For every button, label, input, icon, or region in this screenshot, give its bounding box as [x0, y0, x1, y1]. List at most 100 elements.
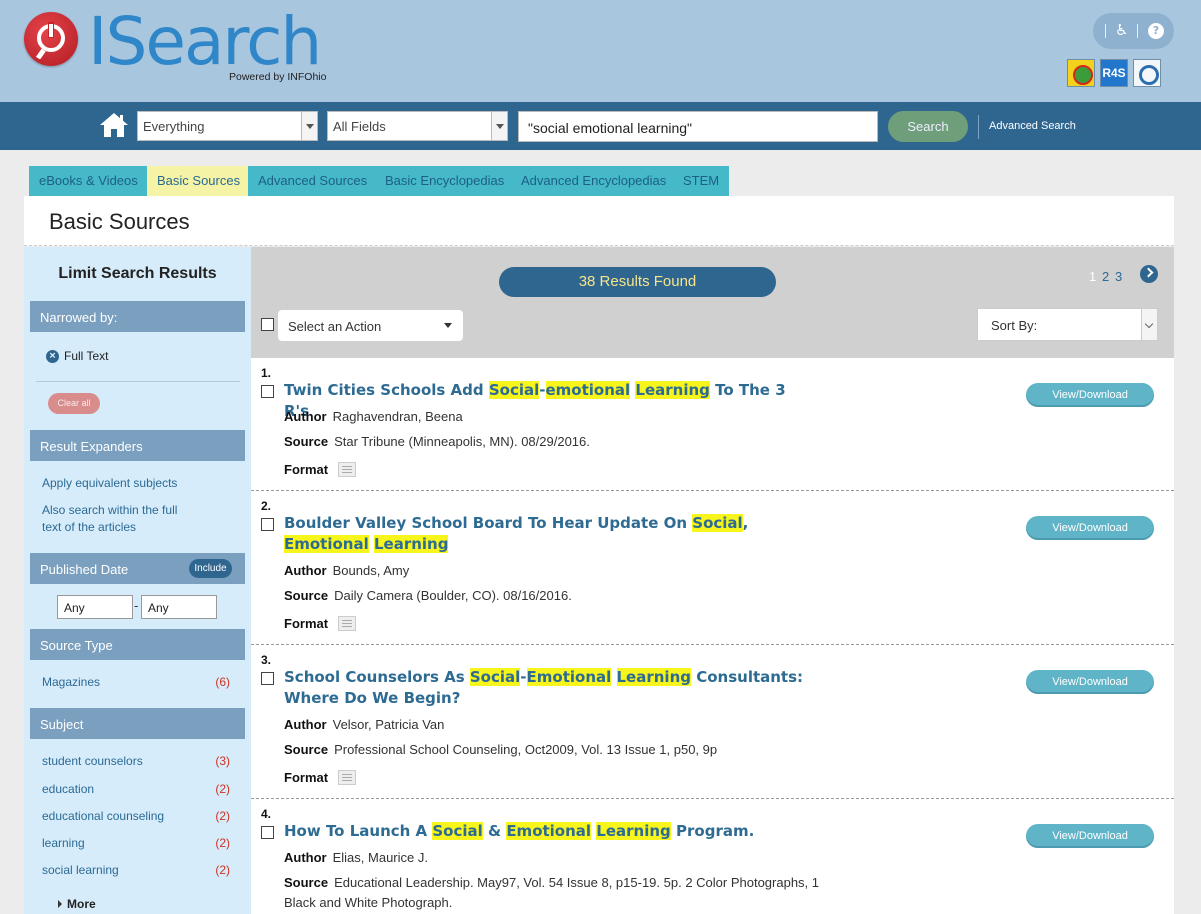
author-value: Raghavendran, Beena [332, 409, 463, 424]
result-number: 4. [261, 807, 272, 821]
result-expanders-heading: Result Expanders [30, 430, 245, 461]
source-type-count: (6) [215, 675, 230, 689]
source-label: Source [284, 875, 329, 890]
expander-equivalent-subjects[interactable]: Apply equivalent subjects [42, 476, 177, 490]
author-label: Author [284, 409, 327, 424]
page-2-link[interactable]: 2 [1102, 269, 1109, 284]
isearch-logo-icon[interactable] [24, 12, 78, 66]
subject-item[interactable]: learning [42, 836, 85, 850]
badge-app-1-icon[interactable] [1067, 59, 1095, 87]
result-source: Source Daily Camera (Boulder, CO). 08/16/… [284, 586, 844, 606]
format-label: Format [284, 616, 329, 631]
page-3-link[interactable]: 3 [1115, 269, 1122, 284]
tab-ebooks-videos[interactable]: eBooks & Videos [29, 166, 148, 196]
result-checkbox[interactable] [261, 826, 274, 839]
sort-select[interactable]: Sort By: [977, 308, 1158, 341]
chevron-down-icon [301, 112, 317, 140]
article-icon [338, 770, 357, 785]
title-highlight: Learning [373, 535, 449, 553]
page-1-link[interactable]: 1 [1089, 269, 1096, 284]
result-item: 2. Boulder Valley School Board To Hear U… [251, 491, 1174, 645]
power-badge-icon[interactable] [1133, 59, 1161, 87]
results-list: 1. Twin Cities Schools Add Social-emotio… [251, 358, 1174, 914]
subject-item[interactable]: social learning [42, 863, 119, 877]
select-all-checkbox[interactable] [261, 318, 274, 331]
result-item: 1. Twin Cities Schools Add Social-emotio… [251, 358, 1174, 491]
result-title-link[interactable]: Boulder Valley School Board To Hear Upda… [284, 513, 804, 555]
author-label: Author [284, 850, 327, 865]
author-label: Author [284, 563, 327, 578]
result-title-link[interactable]: How To Launch A Social & Emotional Learn… [284, 821, 984, 842]
scope-select[interactable]: Everything [137, 111, 318, 141]
result-title-link[interactable]: School Counselors As Social-Emotional Le… [284, 667, 804, 709]
action-select[interactable]: Select an Action [278, 310, 463, 341]
tab-basic-encyclopedias[interactable]: Basic Encyclopedias [375, 166, 515, 196]
badge-r4s-icon[interactable]: R4S [1100, 59, 1128, 87]
newspaper-icon [338, 462, 357, 477]
result-item: 3. School Counselors As Social-Emotional… [251, 645, 1174, 799]
tab-advanced-sources[interactable]: Advanced Sources [248, 166, 378, 196]
author-value: Bounds, Amy [332, 563, 410, 578]
author-value: Velsor, Patricia Van [332, 717, 445, 732]
divider [36, 381, 240, 382]
title-highlight: Social [432, 822, 483, 840]
title-highlight: Emotional [526, 668, 612, 686]
title-text: - [520, 668, 527, 686]
field-select[interactable]: All Fields [327, 111, 508, 141]
caret-right-icon [58, 900, 62, 908]
sidebar-title: Limit Search Results [58, 265, 217, 282]
result-number: 2. [261, 499, 272, 513]
search-button[interactable]: Search [888, 111, 968, 142]
title-text: Boulder Valley School Board To Hear Upda… [284, 514, 693, 532]
subject-count: (2) [215, 863, 230, 877]
search-bar: Everything All Fields "social emotional … [0, 102, 1201, 150]
view-download-button[interactable]: View/Download [1026, 516, 1154, 540]
tab-stem[interactable]: STEM [673, 166, 730, 196]
source-label: Source [284, 588, 329, 603]
source-type-magazines[interactable]: Magazines [42, 675, 100, 689]
wheelchair-icon[interactable]: ♿ [1115, 21, 1128, 39]
result-author: Author Velsor, Patricia Van [284, 715, 844, 735]
source-value: Star Tribune (Minneapolis, MN). 08/29/20… [334, 434, 590, 449]
title-highlight: Social [692, 514, 743, 532]
view-download-button[interactable]: View/Download [1026, 824, 1154, 848]
result-checkbox[interactable] [261, 518, 274, 531]
date-from-input[interactable]: Any [57, 595, 133, 619]
brand-tagline: Powered by INFOhio [229, 71, 327, 83]
result-checkbox[interactable] [261, 672, 274, 685]
expander-full-text-search[interactable]: Also search within the full [42, 503, 177, 517]
subject-item[interactable]: student counselors [42, 754, 143, 768]
include-button[interactable]: Include [189, 559, 232, 578]
result-checkbox[interactable] [261, 385, 274, 398]
utility-toolbar: ♿ ? [1093, 13, 1174, 49]
subject-count: (2) [215, 836, 230, 850]
clear-all-button[interactable]: Clear all [48, 393, 100, 414]
author-value: Elias, Maurice J. [332, 850, 428, 865]
subject-more-link[interactable]: More [67, 897, 96, 911]
view-download-button[interactable]: View/Download [1026, 383, 1154, 407]
home-icon[interactable] [98, 111, 130, 139]
format-label: Format [284, 462, 329, 477]
subject-item[interactable]: educational counseling [42, 809, 164, 823]
date-to-input[interactable]: Any [141, 595, 217, 619]
next-page-icon[interactable] [1140, 265, 1158, 283]
search-input[interactable]: "social emotional learning" [518, 111, 878, 142]
utility-divider [1105, 24, 1106, 38]
result-item: 4. How To Launch A Social & Emotional Le… [251, 799, 1174, 914]
title-text: School Counselors As [284, 668, 470, 686]
source-value: Daily Camera (Boulder, CO). 08/16/2016. [334, 588, 572, 603]
title-text [611, 668, 616, 686]
results-toolbar: 38 Results Found 1 2 3 Select an Action … [251, 247, 1174, 358]
help-icon[interactable]: ? [1148, 23, 1164, 39]
title-text: , [742, 514, 749, 532]
result-format: Format [284, 614, 844, 634]
tab-basic-sources[interactable]: Basic Sources [147, 166, 251, 196]
subject-item[interactable]: education [42, 782, 94, 796]
expander-full-text-search-cont[interactable]: text of the articles [42, 520, 136, 534]
result-source: Source Star Tribune (Minneapolis, MN). 08… [284, 432, 844, 452]
tab-advanced-encyclopedias[interactable]: Advanced Encyclopedias [511, 166, 677, 196]
title-highlight: Learning [616, 668, 691, 686]
view-download-button[interactable]: View/Download [1026, 670, 1154, 694]
advanced-search-link[interactable]: Advanced Search [989, 120, 1076, 132]
remove-filter-icon[interactable]: × [46, 350, 59, 363]
